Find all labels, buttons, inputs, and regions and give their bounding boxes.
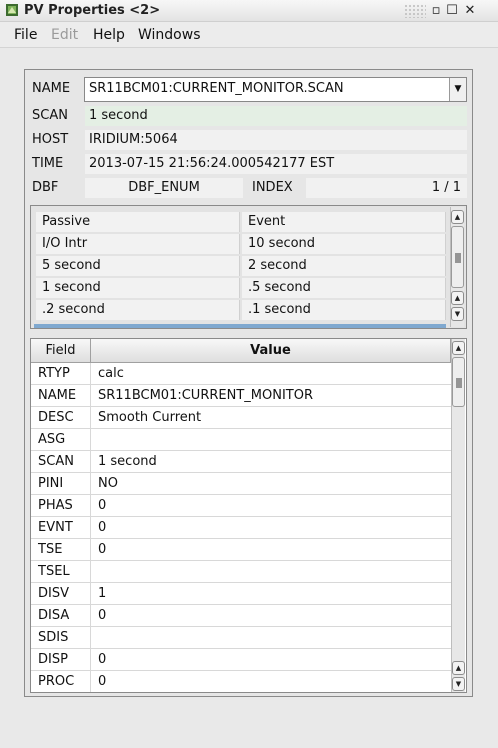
- table-row[interactable]: SDIS: [31, 627, 451, 649]
- scan-option[interactable]: .5 second: [242, 278, 446, 298]
- pv-name-value: SR11BCM01:CURRENT_MONITOR.SCAN: [89, 81, 344, 96]
- title-bar: PV Properties <2> ▫ ☐ ✕: [0, 0, 498, 22]
- field-cell: RTYP: [31, 363, 91, 385]
- value-cell: 0: [98, 520, 107, 535]
- value-cell: Smooth Current: [98, 410, 202, 425]
- field-cell: DISA: [31, 605, 91, 627]
- field-cell: TSEL: [31, 561, 91, 583]
- table-row[interactable]: RTYP calc: [31, 363, 451, 385]
- table-row[interactable]: PINI NO: [31, 473, 451, 495]
- table-row[interactable]: EVNT 0: [31, 517, 451, 539]
- host-value: IRIDIUM:5064: [85, 130, 467, 150]
- value-cell: 0: [98, 542, 107, 557]
- scroll-up-icon[interactable]: ▲: [451, 210, 464, 224]
- scrollbar-thumb[interactable]: [452, 357, 465, 407]
- pv-name-combobox[interactable]: SR11BCM01:CURRENT_MONITOR.SCAN ▼: [84, 77, 467, 102]
- app-icon: [6, 4, 18, 16]
- index-label: INDEX: [252, 180, 293, 195]
- menu-help[interactable]: Help: [93, 27, 125, 43]
- dbf-value: DBF_ENUM: [85, 178, 243, 198]
- scan-option[interactable]: I/O Intr: [36, 234, 240, 254]
- title-grip-pattern: [404, 4, 426, 18]
- field-cell: PROC: [31, 671, 91, 692]
- value-cell: 0: [98, 608, 107, 623]
- maximize-icon[interactable]: ☐: [444, 3, 460, 19]
- table-row[interactable]: DISA 0: [31, 605, 451, 627]
- table-row[interactable]: TSEL: [31, 561, 451, 583]
- scan-option[interactable]: 2 second: [242, 256, 446, 276]
- field-cell: TSE: [31, 539, 91, 561]
- scan-label: SCAN: [32, 108, 68, 123]
- window-title: PV Properties <2>: [24, 3, 161, 18]
- field-cell: EVNT: [31, 517, 91, 539]
- menu-windows[interactable]: Windows: [138, 27, 201, 43]
- value-cell: calc: [98, 366, 124, 381]
- menu-file[interactable]: File: [14, 27, 37, 43]
- scan-option[interactable]: 10 second: [242, 234, 446, 254]
- scan-option[interactable]: .2 second: [36, 300, 240, 320]
- value-column-header[interactable]: Value: [91, 339, 451, 363]
- scan-value: 1 second: [85, 106, 467, 126]
- value-cell: [91, 561, 451, 583]
- field-cell: NAME: [31, 385, 91, 407]
- value-cell: 1: [98, 586, 107, 601]
- value-cell: [91, 429, 451, 451]
- table-row[interactable]: SCAN 1 second: [31, 451, 451, 473]
- menu-edit[interactable]: Edit: [51, 27, 78, 43]
- scan-option[interactable]: Passive: [36, 212, 240, 232]
- time-value: 2013-07-15 21:56:24.000542177 EST: [85, 154, 467, 174]
- scroll-down-icon[interactable]: ▼: [451, 307, 464, 321]
- table-row[interactable]: ASG: [31, 429, 451, 451]
- field-cell: PINI: [31, 473, 91, 495]
- name-label: NAME: [32, 81, 71, 96]
- field-column-header[interactable]: Field: [31, 339, 91, 363]
- table-row[interactable]: PROC 0: [31, 671, 451, 692]
- scroll-up-icon[interactable]: ▲: [452, 661, 465, 675]
- scroll-up-icon[interactable]: ▲: [451, 291, 464, 305]
- host-label: HOST: [32, 132, 69, 147]
- scrollbar-thumb[interactable]: [451, 226, 464, 288]
- selection-bar: [34, 324, 446, 328]
- value-cell: NO: [98, 476, 118, 491]
- field-cell: DISP: [31, 649, 91, 671]
- scan-options-list: Passive Event I/O Intr 10 second 5 secon…: [30, 205, 467, 329]
- scan-option[interactable]: Event: [242, 212, 446, 232]
- field-cell: PHAS: [31, 495, 91, 517]
- value-cell: SR11BCM01:CURRENT_MONITOR: [98, 388, 313, 403]
- field-cell: DESC: [31, 407, 91, 429]
- table-row[interactable]: TSE 0: [31, 539, 451, 561]
- scan-list-scrollbar[interactable]: ▲ ▲ ▼: [450, 207, 464, 327]
- time-label: TIME: [32, 156, 64, 171]
- value-cell: 0: [98, 674, 107, 689]
- scan-option[interactable]: 1 second: [36, 278, 240, 298]
- value-cell: 0: [98, 652, 107, 667]
- field-cell: DISV: [31, 583, 91, 605]
- index-value: 1 / 1: [306, 178, 467, 198]
- table-row[interactable]: DESC Smooth Current: [31, 407, 451, 429]
- table-row[interactable]: DISP 0: [31, 649, 451, 671]
- scan-option[interactable]: .1 second: [242, 300, 446, 320]
- grip-icon: [456, 378, 462, 388]
- menu-bar: File Edit Help Windows: [0, 22, 498, 48]
- field-cell: SCAN: [31, 451, 91, 473]
- dbf-label: DBF: [32, 180, 59, 195]
- table-scrollbar[interactable]: ▲ ▲ ▼: [451, 339, 465, 692]
- value-cell: 0: [98, 498, 107, 513]
- table-row[interactable]: DISV 1: [31, 583, 451, 605]
- scroll-up-icon[interactable]: ▲: [452, 341, 465, 355]
- scan-option[interactable]: 5 second: [36, 256, 240, 276]
- chevron-down-icon[interactable]: ▼: [449, 78, 466, 101]
- value-cell: 1 second: [98, 454, 157, 469]
- scroll-down-icon[interactable]: ▼: [452, 677, 465, 691]
- value-cell: [91, 627, 451, 649]
- table-row[interactable]: PHAS 0: [31, 495, 451, 517]
- grip-icon: [455, 253, 461, 263]
- fields-table: Field Value RTYP calc NAME SR11BCM01:CURRE…: [30, 338, 467, 693]
- field-cell: SDIS: [31, 627, 91, 649]
- close-icon[interactable]: ✕: [462, 3, 478, 19]
- table-row[interactable]: NAME SR11BCM01:CURRENT_MONITOR: [31, 385, 451, 407]
- minimize-icon[interactable]: ▫: [428, 3, 444, 19]
- field-cell: ASG: [31, 429, 91, 451]
